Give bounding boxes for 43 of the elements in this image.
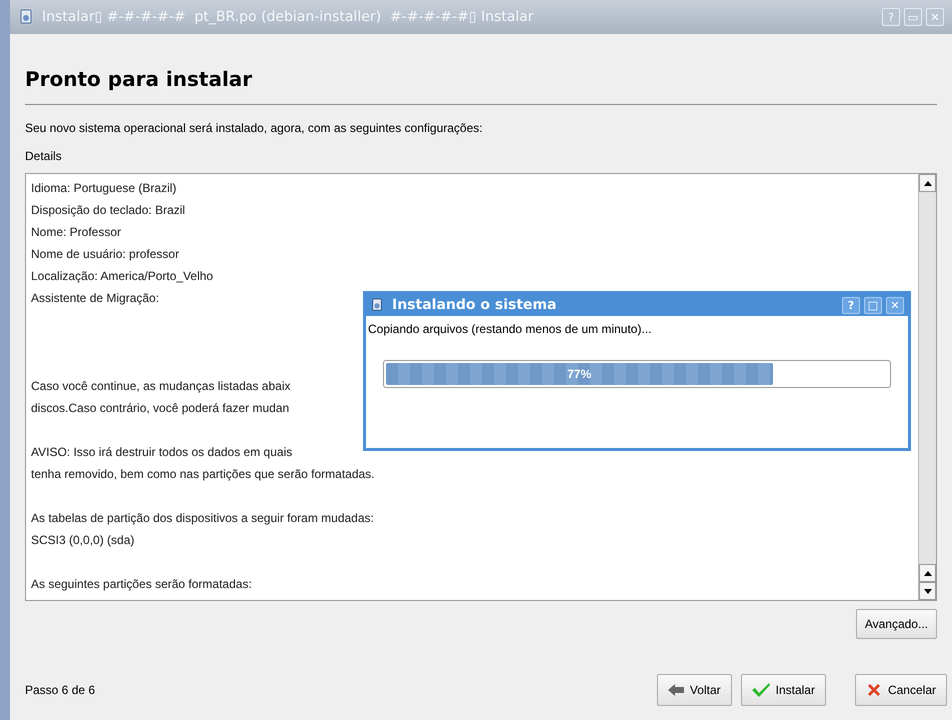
- details-line: As tabelas de partição dos dispositivos a seguir foram mudadas:: [31, 510, 374, 527]
- window-title: Instalar▯ #-#-#-#-# pt_BR.po (debian-installer) #-#-#-#-#▯ Instalar: [42, 8, 535, 26]
- scroll-up-button[interactable]: [919, 564, 936, 582]
- installer-icon: [370, 298, 384, 312]
- details-line: Nome de usuário: professor: [31, 246, 180, 263]
- scroll-down-button[interactable]: [919, 582, 936, 600]
- details-line: discos.Caso contrário, você poderá fazer mudan: [31, 400, 290, 417]
- cancel-button[interactable]: Cancelar: [854, 674, 947, 706]
- details-line: As seguintes partições serão formatadas:: [31, 576, 252, 593]
- details-line: Caso você continue, as mudanças listadas abaix: [31, 378, 290, 395]
- window-control-button[interactable]: ?: [842, 296, 860, 314]
- details-line: tenha removido, bem como nas partições que serão formatadas.: [31, 466, 375, 483]
- page-heading: Pronto para instalar: [25, 66, 254, 93]
- details-line: Disposição do teclado: Brazil: [31, 202, 186, 219]
- up-arrow-icon: [924, 180, 932, 186]
- advanced-button[interactable]: Avançado...: [856, 609, 937, 639]
- details-line: Nome: Professor: [31, 224, 122, 241]
- scrollbar[interactable]: [918, 174, 936, 600]
- back-button[interactable]: Voltar: [656, 674, 732, 706]
- down-arrow-icon: [924, 588, 932, 594]
- details-line: Localização: America/Porto_Velho: [31, 268, 214, 285]
- progress-message: Copiando arquivos (restando menos de um minuto)...: [367, 321, 652, 338]
- step-indicator: Passo 6 de 6: [25, 682, 96, 699]
- progress-percentage: 77%: [567, 366, 592, 383]
- check-icon: [752, 683, 770, 697]
- install-button[interactable]: Instalar: [740, 674, 826, 706]
- window-control-button[interactable]: ?: [882, 8, 900, 26]
- details-line: AVISO: Isso irá destruir todos os dados em quais: [31, 444, 292, 461]
- up-arrow-icon: [924, 570, 932, 576]
- dialog-title: Instalando o sistema: [392, 296, 558, 314]
- left-arrow-icon: [668, 684, 684, 696]
- window-control-button[interactable]: □: [864, 296, 882, 314]
- details-line: SCSI3 (0,0,0) (sda): [31, 532, 134, 549]
- scroll-up-button[interactable]: [919, 174, 936, 192]
- window-control-button[interactable]: ✕: [926, 8, 944, 26]
- window-control-button[interactable]: ✕: [886, 296, 904, 314]
- window-control-button[interactable]: ▭: [904, 8, 922, 26]
- close-icon: [866, 682, 882, 698]
- details-label: Details: [25, 148, 63, 165]
- intro-text: Seu novo sistema operacional será instalado, agora, com as seguintes configurações:: [25, 120, 484, 137]
- details-line: Idioma: Portuguese (Brazil): [31, 180, 176, 197]
- installer-icon: [18, 9, 34, 25]
- details-line: Assistente de Migração:: [31, 290, 160, 307]
